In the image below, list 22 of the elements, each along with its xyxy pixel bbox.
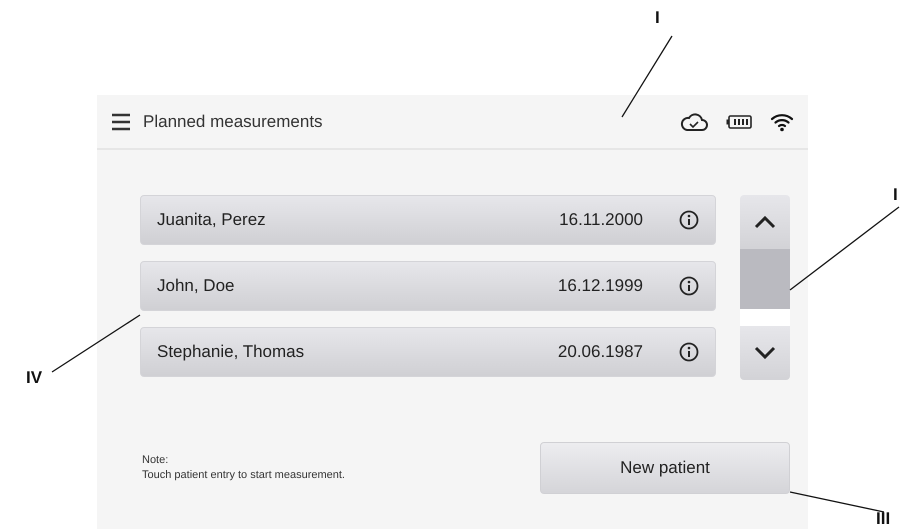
info-icon[interactable] — [679, 210, 699, 230]
callout-label: I — [655, 8, 660, 28]
callout-label: IV — [26, 368, 42, 388]
battery-icon — [726, 114, 752, 128]
scroll-thumb[interactable] — [740, 249, 790, 309]
chevron-up-icon — [754, 215, 776, 229]
screen-title: Planned measurements — [143, 112, 324, 132]
new-patient-button[interactable]: New patient — [540, 442, 790, 494]
cloud-check-icon — [680, 112, 708, 132]
chevron-down-icon — [754, 346, 776, 360]
patient-entry[interactable]: Juanita, Perez 16.11.2000 — [140, 195, 716, 245]
patient-entry[interactable]: John, Doe 16.12.1999 — [140, 261, 716, 311]
scroll-down-button[interactable] — [740, 326, 790, 380]
note-text: Note: Touch patient entry to start measurement. — [142, 453, 346, 483]
info-icon[interactable] — [679, 342, 699, 362]
info-icon[interactable] — [679, 276, 699, 296]
callout-label: I — [893, 185, 898, 205]
callout-label: III — [876, 509, 890, 529]
wifi-icon — [770, 112, 794, 132]
patient-entry[interactable]: Stephanie, Thomas 20.06.1987 — [140, 327, 716, 377]
scroll-up-button[interactable] — [740, 195, 790, 249]
menu-icon[interactable] — [111, 112, 131, 130]
